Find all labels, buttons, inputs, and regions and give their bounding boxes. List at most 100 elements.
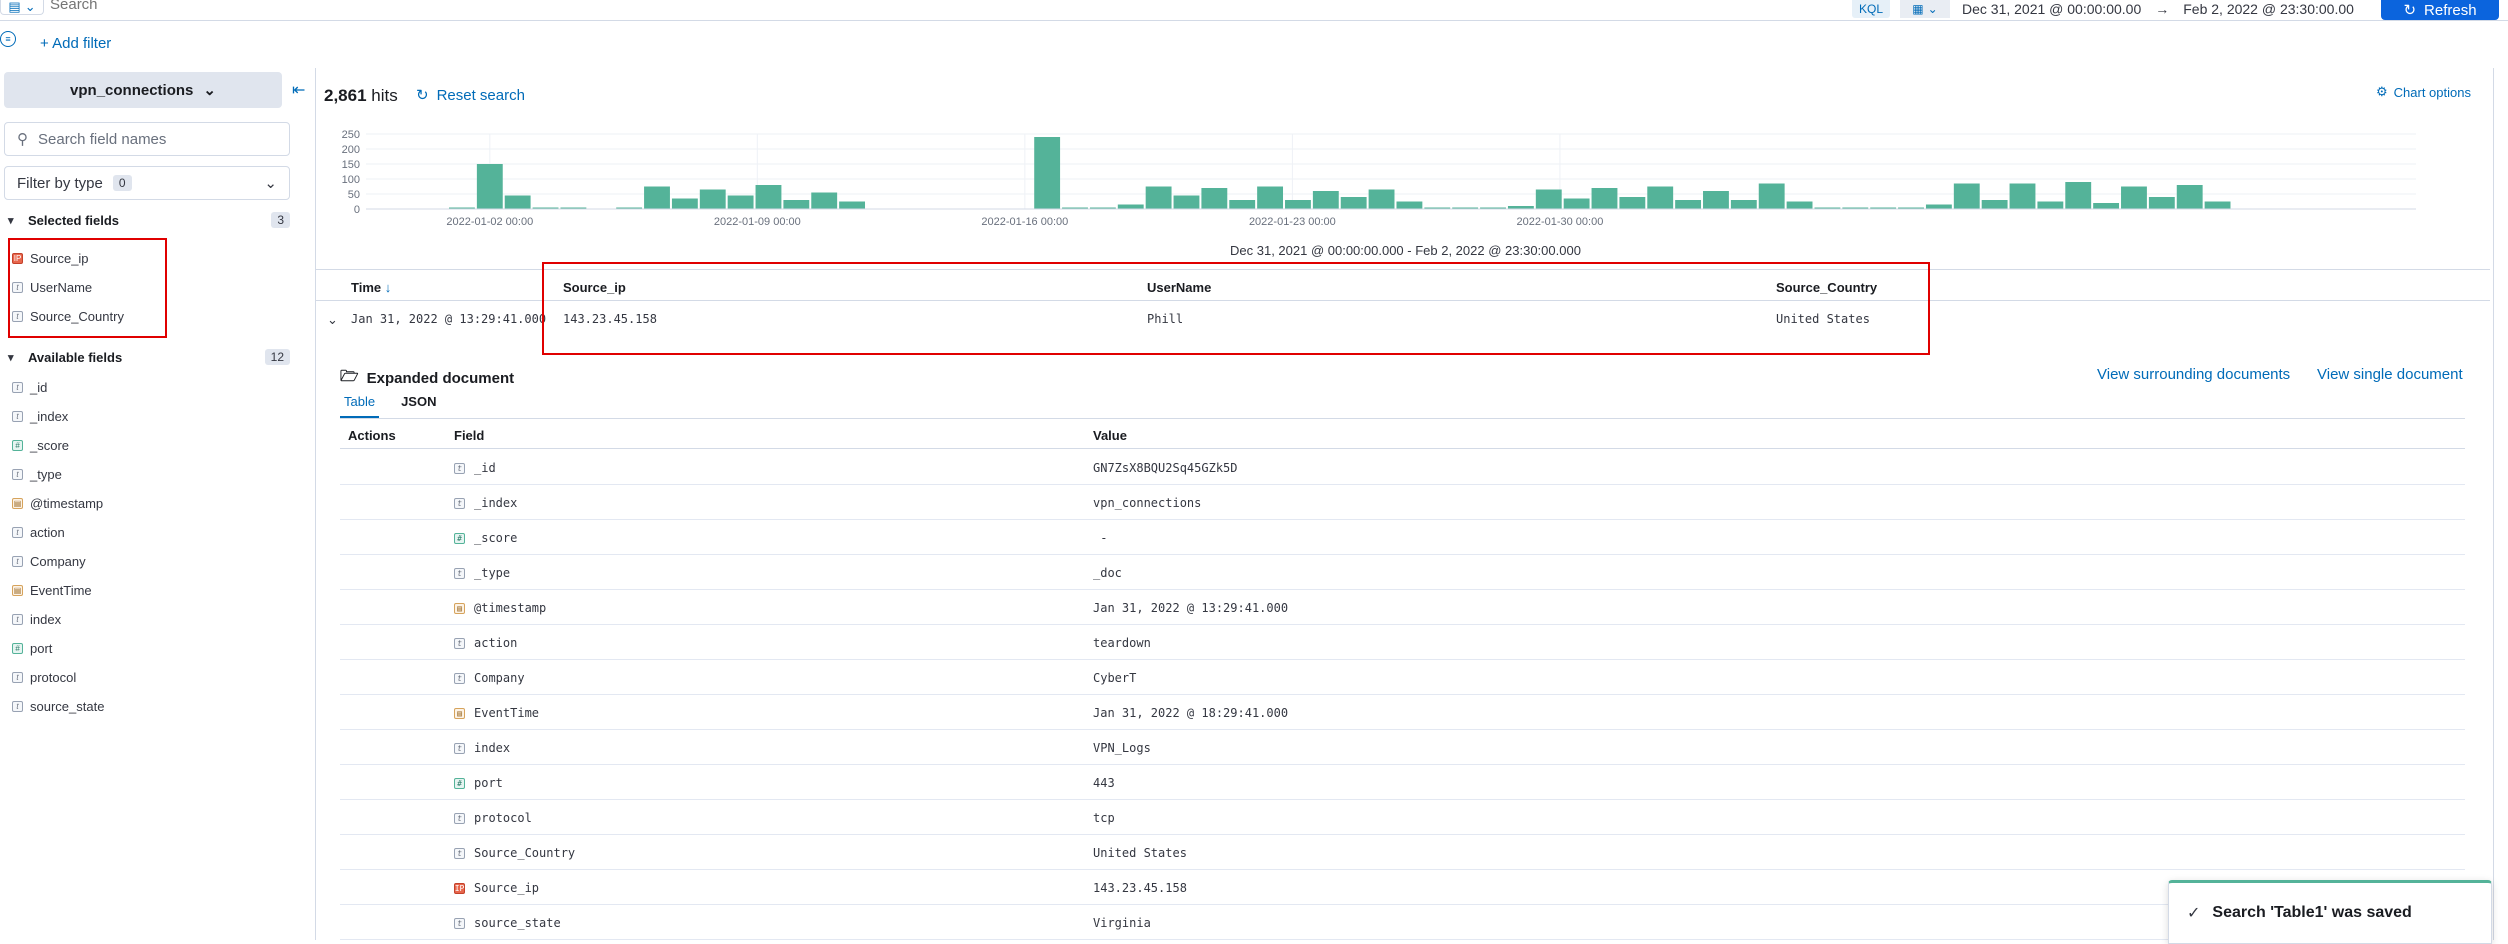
histogram-bar[interactable] xyxy=(1034,137,1061,209)
histogram-bar[interactable] xyxy=(2204,201,2231,210)
date-picker[interactable]: ▦ ⌄ Dec 31, 2021 @ 00:00:00.00 → Feb 2, 2… xyxy=(1900,0,2378,18)
histogram-bar[interactable] xyxy=(755,185,782,209)
histogram-bar[interactable] xyxy=(1145,186,1172,210)
histogram-bar[interactable] xyxy=(1647,186,1674,210)
histogram-bar[interactable] xyxy=(699,189,726,210)
histogram-bar[interactable] xyxy=(2009,183,2036,210)
histogram-bar[interactable] xyxy=(671,198,698,210)
doc-row-eventtime[interactable]: ▤ EventTime Jan 31, 2022 @ 18:29:41.000 xyxy=(340,694,2465,730)
field-item-source-state[interactable]: t source_state xyxy=(12,692,282,721)
histogram-bar[interactable] xyxy=(1201,188,1228,209)
doc-row-id[interactable]: t _id GN7ZsX8BQU2Sq45GZk5D xyxy=(340,449,2465,485)
ip-type-icon: IP xyxy=(454,882,465,894)
field-item-score[interactable]: # _score xyxy=(12,431,282,460)
histogram-bar[interactable] xyxy=(2093,203,2120,209)
refresh-button[interactable]: ↻ Refresh xyxy=(2381,0,2499,20)
highlight-box xyxy=(8,238,167,338)
view-single-link[interactable]: View single document xyxy=(2317,366,2463,383)
selected-fields-header[interactable]: ▾ Selected fields 3 xyxy=(8,210,290,230)
histogram-bar[interactable] xyxy=(1563,198,1590,210)
histogram-bar[interactable] xyxy=(1312,191,1339,209)
histogram-bar[interactable] xyxy=(1535,189,1562,210)
histogram-bar[interactable] xyxy=(783,200,810,209)
doc-row-type[interactable]: t _type _doc xyxy=(340,554,2465,590)
histogram-bar[interactable] xyxy=(2065,182,2092,209)
histogram-bar[interactable] xyxy=(1758,183,1785,210)
histogram-bar[interactable] xyxy=(2148,197,2175,209)
histogram-chart[interactable]: 250 200 150 100 50 0 2022-01-02 00:00 2022-01-0… xyxy=(336,126,2446,238)
field-item-port[interactable]: # port xyxy=(12,634,282,663)
field-item-eventtime[interactable]: ▤ EventTime xyxy=(12,576,282,605)
histogram-bar[interactable] xyxy=(839,201,866,210)
kql-toggle[interactable]: KQL xyxy=(1852,0,1890,18)
histogram-bar[interactable] xyxy=(811,192,838,210)
field-item-action[interactable]: t action xyxy=(12,518,282,547)
doc-row-protocol[interactable]: t protocol tcp xyxy=(340,799,2465,835)
field-item-protocol[interactable]: t protocol xyxy=(12,663,282,692)
view-surrounding-link[interactable]: View surrounding documents xyxy=(2097,366,2290,383)
histogram-bar[interactable] xyxy=(1368,189,1395,210)
chart-options-button[interactable]: ⚙ Chart options xyxy=(2376,84,2471,100)
histogram-bar[interactable] xyxy=(1786,201,1813,210)
field-item-type[interactable]: t _type xyxy=(12,460,282,489)
histogram-bar[interactable] xyxy=(1340,197,1367,209)
tab-table[interactable]: Table xyxy=(340,392,380,418)
histogram-bar[interactable] xyxy=(2176,185,2203,209)
string-type-icon: t xyxy=(454,742,465,754)
doc-row-timestamp[interactable]: ▤ @timestamp Jan 31, 2022 @ 13:29:41.000 xyxy=(340,589,2465,625)
quick-menu-button[interactable]: ▦ ⌄ xyxy=(1900,0,1950,18)
histogram-bar[interactable] xyxy=(1703,191,1729,209)
histogram-bar[interactable] xyxy=(1257,186,1284,210)
histogram-bar[interactable] xyxy=(476,164,503,209)
available-fields-header[interactable]: ▾ Available fields 12 xyxy=(8,347,290,367)
tab-json[interactable]: JSON xyxy=(397,392,440,418)
histogram-bar[interactable] xyxy=(1591,188,1618,209)
histogram-bar[interactable] xyxy=(1981,200,2008,209)
histogram-bar[interactable] xyxy=(727,195,754,210)
start-date[interactable]: Dec 31, 2021 @ 00:00:00.00 xyxy=(1962,1,2141,17)
histogram-bar[interactable] xyxy=(1396,201,1423,210)
column-header-time[interactable]: Time ↓ xyxy=(351,280,391,295)
histogram-bar[interactable] xyxy=(1173,195,1200,210)
histogram-bar[interactable] xyxy=(1285,200,1311,209)
histogram-bar[interactable] xyxy=(1675,200,1702,209)
field-item-index[interactable]: t _index xyxy=(12,402,282,431)
field-item-id[interactable]: t _id xyxy=(12,373,282,402)
histogram-bar[interactable] xyxy=(2037,201,2064,210)
filter-by-type-button[interactable]: Filter by type 0 ⌄ xyxy=(4,166,290,200)
histogram-bar[interactable] xyxy=(504,195,531,210)
histogram-bar[interactable] xyxy=(1730,200,1757,209)
field-item-index[interactable]: t index xyxy=(12,605,282,634)
doc-row-source-country[interactable]: t Source_Country United States xyxy=(340,834,2465,870)
histogram-bar[interactable] xyxy=(644,186,670,210)
histogram-bar[interactable] xyxy=(1117,204,1144,210)
doc-row-score[interactable]: # _score - xyxy=(340,519,2465,555)
field-item-timestamp[interactable]: ▤ @timestamp xyxy=(12,489,282,518)
doc-row-source-ip[interactable]: IP Source_ip 143.23.45.158 xyxy=(340,869,2465,905)
histogram-bar[interactable] xyxy=(2121,186,2147,210)
search-input[interactable] xyxy=(48,0,1832,16)
doc-row-index[interactable]: t _index vpn_connections xyxy=(340,484,2465,520)
histogram-bar[interactable] xyxy=(1925,204,1952,210)
doc-row-port[interactable]: # port 443 xyxy=(340,764,2465,800)
index-pattern-selector[interactable]: vpn_connections ⌄ xyxy=(4,72,282,108)
doc-row-company[interactable]: t Company CyberT xyxy=(340,659,2465,695)
doc-row-action[interactable]: t action teardown xyxy=(340,624,2465,660)
query-menu-button[interactable]: ▤ ⌄ xyxy=(0,0,44,15)
reset-search-button[interactable]: ↻ Reset search xyxy=(416,86,525,105)
filter-options-icon[interactable]: ≡ xyxy=(0,31,16,47)
string-type-icon: t xyxy=(12,556,23,567)
histogram-bar[interactable] xyxy=(1229,200,1256,209)
add-filter-link[interactable]: + Add filter xyxy=(40,35,111,52)
toast-notification[interactable]: ✓ Search 'Table1' was saved xyxy=(2168,880,2492,944)
collapse-sidebar-icon[interactable]: ⇤ xyxy=(292,80,305,100)
field-item-company[interactable]: t Company xyxy=(12,547,282,576)
doc-row-index[interactable]: t index VPN_Logs xyxy=(340,729,2465,765)
field-name: _type xyxy=(30,467,62,482)
histogram-bar[interactable] xyxy=(1953,183,1980,210)
field-search-input[interactable]: ⚲ Search field names xyxy=(4,122,290,156)
end-date[interactable]: Feb 2, 2022 @ 23:30:00.00 xyxy=(2183,1,2354,17)
collapse-row-icon[interactable]: ⌄ xyxy=(327,312,338,328)
histogram-bar[interactable] xyxy=(1619,197,1646,209)
doc-row-source-state[interactable]: t source_state Virginia xyxy=(340,904,2465,940)
